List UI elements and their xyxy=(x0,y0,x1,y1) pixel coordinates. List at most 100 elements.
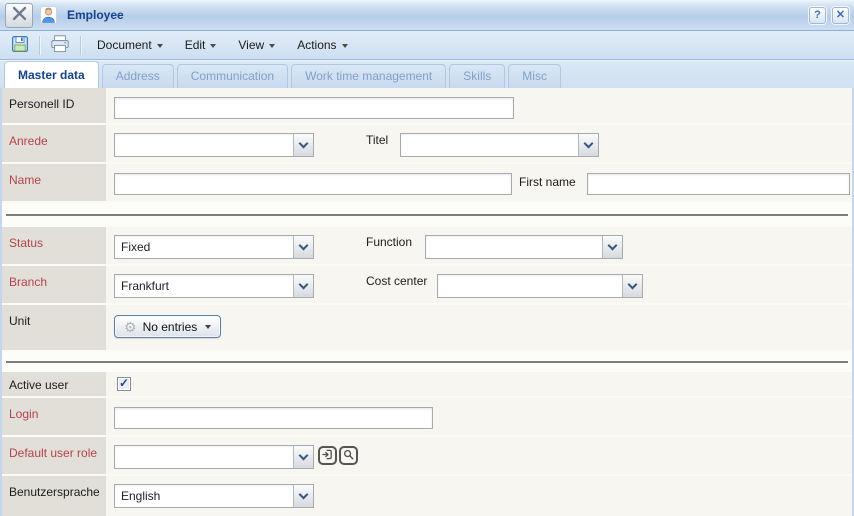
anrede-select[interactable] xyxy=(114,133,314,157)
menu-edit-label: Edit xyxy=(185,38,206,52)
chevron-down-icon[interactable] xyxy=(293,236,313,258)
function-label: Function xyxy=(366,235,412,249)
benutzersprache-row: Benutzersprache English xyxy=(2,476,852,516)
menu-edit[interactable]: Edit xyxy=(174,31,228,59)
menu-actions-label: Actions xyxy=(297,38,336,52)
section-divider xyxy=(2,203,852,227)
unit-entries-label: No entries xyxy=(143,320,198,334)
titel-label: Titel xyxy=(366,133,388,147)
active-user-row: Active user xyxy=(2,372,852,398)
active-user-label: Active user xyxy=(2,372,106,396)
tab-skills[interactable]: Skills xyxy=(449,64,505,88)
titel-value xyxy=(401,134,578,156)
chevron-down-icon[interactable] xyxy=(293,446,313,468)
employee-window: Employee ? ✕ xyxy=(0,0,854,516)
tab-bar: Master data Address Communication Work t… xyxy=(0,60,854,88)
x-icon xyxy=(12,6,27,24)
status-row: Status Fixed Function xyxy=(2,227,852,266)
branch-row: Branch Frankfurt Cost center xyxy=(2,266,852,305)
first-name-label: First name xyxy=(519,175,576,189)
branch-select[interactable]: Frankfurt xyxy=(114,274,314,298)
assign-icon xyxy=(322,448,333,463)
master-data-form: Personell ID Anrede Titel Name xyxy=(0,88,854,516)
chevron-down-icon xyxy=(342,44,348,48)
print-icon xyxy=(49,34,71,57)
toolbar: Document Edit View Actions xyxy=(0,31,854,60)
employee-icon xyxy=(39,6,57,25)
search-role-button[interactable] xyxy=(339,446,358,465)
toolbar-separator xyxy=(39,36,40,55)
name-label: Name xyxy=(2,164,106,201)
tab-master-data[interactable]: Master data xyxy=(4,61,99,88)
assign-role-button[interactable] xyxy=(318,446,337,465)
window-title: Employee xyxy=(67,8,124,22)
anrede-label: Anrede xyxy=(2,125,106,162)
personell-id-row: Personell ID xyxy=(2,88,852,125)
chevron-down-icon xyxy=(157,44,163,48)
anrede-value xyxy=(115,134,293,156)
benutzersprache-select[interactable]: English xyxy=(114,484,314,508)
personell-id-label: Personell ID xyxy=(2,88,106,123)
function-select[interactable] xyxy=(425,235,623,259)
name-input[interactable] xyxy=(114,173,512,195)
login-label: Login xyxy=(2,398,106,435)
divider-line xyxy=(6,214,848,216)
default-user-role-value xyxy=(115,446,293,468)
benutzersprache-value: English xyxy=(115,485,293,507)
cost-center-select[interactable] xyxy=(437,274,643,298)
branch-value: Frankfurt xyxy=(115,275,293,297)
menu-document-label: Document xyxy=(97,38,152,52)
close-button[interactable]: ✕ xyxy=(832,7,849,24)
titel-select[interactable] xyxy=(400,133,599,157)
help-button[interactable]: ? xyxy=(809,7,826,24)
chevron-down-icon[interactable] xyxy=(578,134,598,156)
default-user-role-label: Default user role xyxy=(2,437,106,474)
save-button[interactable] xyxy=(6,32,34,59)
menu-view-label: View xyxy=(238,38,264,52)
default-user-role-row: Default user role xyxy=(2,437,852,476)
unit-label: Unit xyxy=(2,305,106,350)
menu-document[interactable]: Document xyxy=(86,31,174,59)
status-label: Status xyxy=(2,227,106,264)
tab-work-time-management[interactable]: Work time management xyxy=(291,64,446,88)
chevron-down-icon[interactable] xyxy=(602,236,622,258)
name-row: Name First name xyxy=(2,164,852,203)
personell-id-input[interactable] xyxy=(114,97,514,119)
active-user-checkbox[interactable] xyxy=(117,377,131,391)
gear-icon: ⚙ xyxy=(124,320,137,334)
status-value: Fixed xyxy=(115,236,293,258)
chevron-down-icon xyxy=(269,44,275,48)
chevron-down-icon[interactable] xyxy=(293,485,313,507)
print-button[interactable] xyxy=(45,32,75,59)
chevron-down-icon[interactable] xyxy=(293,134,313,156)
title-bar: Employee ? ✕ xyxy=(0,0,854,31)
tab-misc[interactable]: Misc xyxy=(508,64,561,88)
login-row: Login xyxy=(2,398,852,437)
function-value xyxy=(426,236,602,258)
close-panel-button[interactable] xyxy=(5,3,33,28)
toolbar-separator xyxy=(80,36,81,55)
tab-communication[interactable]: Communication xyxy=(177,64,288,88)
first-name-input[interactable] xyxy=(587,173,850,195)
section-divider xyxy=(2,352,852,372)
status-select[interactable]: Fixed xyxy=(114,235,314,259)
cost-center-value xyxy=(438,275,622,297)
menu-view[interactable]: View xyxy=(227,31,286,59)
unit-entries-button[interactable]: ⚙ No entries xyxy=(114,315,221,338)
chevron-down-icon[interactable] xyxy=(622,275,642,297)
save-icon xyxy=(10,34,30,57)
menu-actions[interactable]: Actions xyxy=(286,31,358,59)
benutzersprache-label: Benutzersprache xyxy=(2,476,106,516)
chevron-down-icon xyxy=(205,325,211,329)
tab-address[interactable]: Address xyxy=(102,64,174,88)
chevron-down-icon[interactable] xyxy=(293,275,313,297)
branch-label: Branch xyxy=(2,266,106,303)
cost-center-label: Cost center xyxy=(366,274,427,288)
anrede-row: Anrede Titel xyxy=(2,125,852,164)
chevron-down-icon xyxy=(210,44,216,48)
login-input[interactable] xyxy=(114,407,433,429)
divider-line xyxy=(6,361,848,363)
unit-row: Unit ⚙ No entries xyxy=(2,305,852,352)
search-icon xyxy=(343,448,354,463)
default-user-role-select[interactable] xyxy=(114,445,314,469)
